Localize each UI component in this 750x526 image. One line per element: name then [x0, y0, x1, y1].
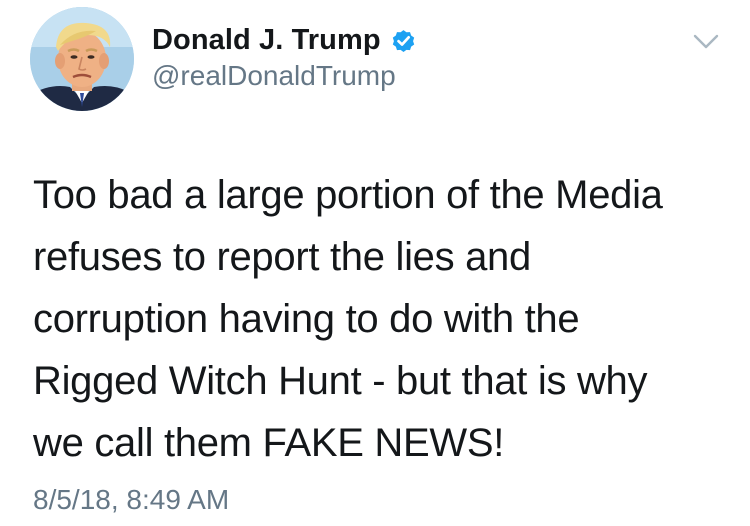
tweet-text-line: corruption having to do with the	[33, 297, 580, 341]
tweet-card: Donald J. Trump @realDonaldTrump Too bad…	[0, 0, 750, 526]
author-name-row[interactable]: Donald J. Trump	[152, 22, 417, 58]
tweet-text-line: we call them FAKE NEWS!	[33, 421, 505, 465]
tweet-text: Too bad a large portion of the Media ref…	[33, 164, 733, 474]
author-handle[interactable]: @realDonaldTrump	[152, 60, 396, 92]
verified-badge-icon	[390, 27, 417, 54]
tweet-text-line: Rigged Witch Hunt - but that is why	[33, 359, 648, 403]
author-display-name[interactable]: Donald J. Trump	[152, 24, 381, 57]
tweet-timestamp[interactable]: 8/5/18, 8:49 AM	[33, 484, 229, 516]
chevron-down-icon[interactable]	[691, 30, 721, 54]
avatar[interactable]	[30, 7, 134, 111]
avatar-photo	[30, 7, 134, 111]
tweet-text-line: refuses to report the lies and	[33, 235, 531, 279]
tweet-text-line: Too bad a large portion of the Media	[33, 173, 663, 217]
